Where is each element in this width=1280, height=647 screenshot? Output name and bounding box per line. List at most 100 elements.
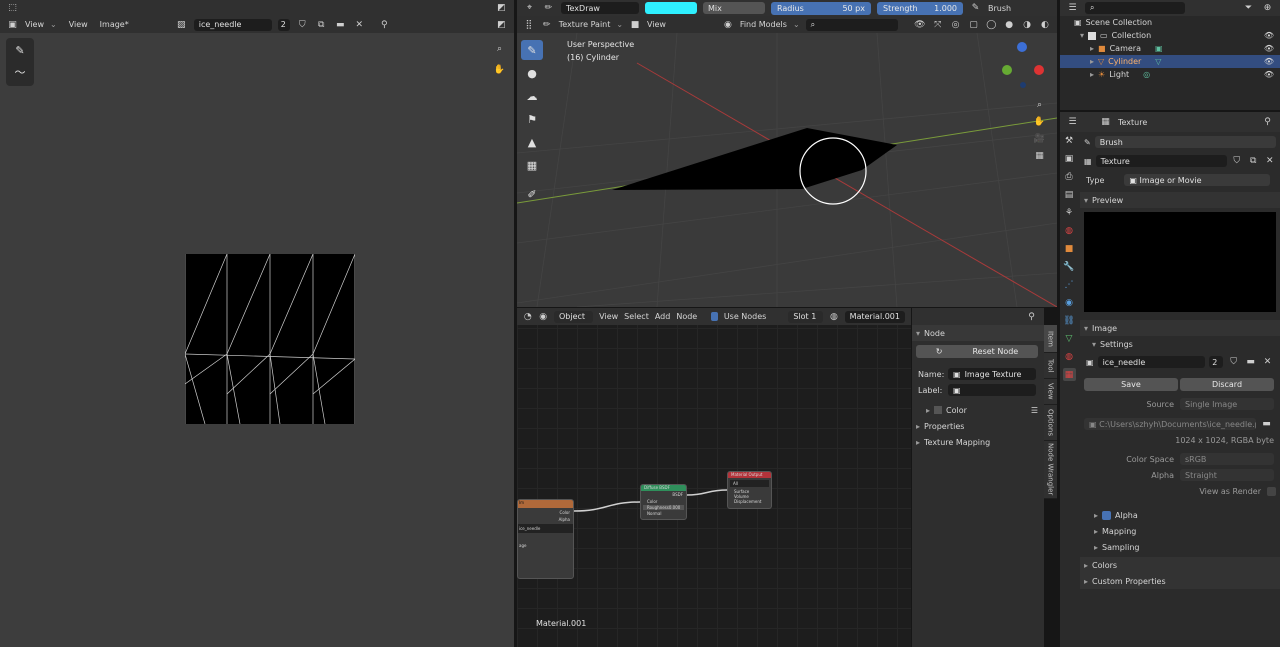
source-dropdown[interactable]: Single Image bbox=[1180, 398, 1274, 410]
annotate-tool-icon[interactable]: 〜 bbox=[9, 62, 31, 82]
material-output-node[interactable]: Material Output All Surface Volume Displ… bbox=[727, 471, 772, 509]
shading-solid-icon[interactable]: ● bbox=[1003, 18, 1015, 31]
mapping-subpanel[interactable]: ▸ Mapping bbox=[1080, 523, 1280, 539]
node-editor[interactable]: ◔ ◉ Object View Select Add Node Use Node… bbox=[517, 308, 911, 647]
alpha-checkbox[interactable] bbox=[1102, 510, 1112, 520]
shield-icon[interactable]: ⛉ bbox=[1231, 155, 1243, 168]
view-menu[interactable]: View bbox=[599, 312, 618, 321]
preview-panel-header[interactable]: ▾ Preview bbox=[1080, 192, 1280, 208]
data-tab-icon[interactable]: ▽ bbox=[1063, 332, 1076, 345]
close-icon[interactable]: ✕ bbox=[1264, 155, 1276, 168]
reset-node-button[interactable]: ↻ Reset Node bbox=[916, 345, 1038, 358]
smear-tool-icon[interactable]: ☁ bbox=[521, 86, 543, 106]
editor-type-icon[interactable]: ◔ bbox=[523, 310, 532, 323]
view-layer-tab-icon[interactable]: ▤ bbox=[1063, 188, 1076, 201]
color-subpanel[interactable]: ▸ Color ☰ bbox=[912, 402, 1044, 418]
fill-tool-icon[interactable]: ▲ bbox=[521, 132, 543, 152]
editor-type-icon[interactable]: ⌖ bbox=[523, 2, 536, 15]
clone-tool-icon[interactable]: ⚑ bbox=[521, 109, 543, 129]
close-icon[interactable]: ✕ bbox=[353, 18, 366, 31]
filepath-field[interactable]: ▣ C:\Users\szhyh\Documents\ice_needle.pn… bbox=[1084, 418, 1256, 430]
material-field[interactable]: Material.001 bbox=[844, 310, 905, 323]
add-collection-icon[interactable]: ⊕ bbox=[1261, 2, 1274, 15]
outliner-search[interactable]: ⌕ bbox=[1085, 2, 1185, 14]
texture-tab-icon[interactable]: ▦ bbox=[1062, 368, 1076, 381]
custom-properties-panel-header[interactable]: ▸ Custom Properties bbox=[1080, 573, 1280, 589]
outliner-item-light[interactable]: ▸ ☀ Light ◎ 👁 bbox=[1060, 68, 1280, 81]
image-browse-icon[interactable]: ▨ bbox=[175, 18, 188, 31]
properties-subpanel[interactable]: ▸ Properties bbox=[912, 418, 1044, 434]
alpha-subpanel[interactable]: ▸ Alpha bbox=[1080, 507, 1280, 523]
brush-context-dropdown[interactable]: Brush bbox=[1094, 136, 1276, 148]
view-as-render-checkbox[interactable] bbox=[1267, 486, 1276, 496]
shader-type-icon[interactable]: ◉ bbox=[538, 310, 547, 323]
viewport-3d[interactable]: ⌖ ✏ TexDraw Mix Radius 50 px Strength 1.00… bbox=[517, 0, 1057, 307]
material-tab-icon[interactable]: ◍ bbox=[1063, 350, 1076, 363]
overlay-icon[interactable]: ◎ bbox=[950, 18, 962, 31]
zoom-icon[interactable]: ⌕ bbox=[1033, 98, 1046, 111]
gizmo-icon[interactable]: ⤧ bbox=[932, 18, 944, 31]
type-dropdown[interactable]: ▣ Image or Movie bbox=[1124, 174, 1271, 186]
shading-wire-icon[interactable]: ◯ bbox=[985, 18, 997, 31]
hand-icon[interactable]: ✋ bbox=[493, 63, 506, 76]
mode-dropdown[interactable]: Texture Paint bbox=[559, 20, 611, 29]
duplicate-icon[interactable]: ⧉ bbox=[1247, 155, 1259, 168]
shading-material-icon[interactable]: ◑ bbox=[1021, 18, 1033, 31]
image-panel-header[interactable]: ▾ Image bbox=[1080, 320, 1280, 336]
modifier-tab-icon[interactable]: 🔧 bbox=[1063, 260, 1076, 273]
image-editor-type-icon[interactable]: ▣ bbox=[6, 18, 19, 31]
collection-row[interactable]: ▾ ▭ Collection 👁 bbox=[1060, 29, 1280, 42]
soften-tool-icon[interactable]: ● bbox=[521, 63, 543, 83]
slot-dropdown[interactable]: Slot 1 bbox=[788, 310, 824, 323]
search-field[interactable]: ⌕ bbox=[805, 18, 898, 31]
filter-icon[interactable]: ⏷ bbox=[1242, 2, 1255, 15]
folder-icon[interactable]: ▬ bbox=[334, 18, 347, 31]
duplicate-icon[interactable]: ⧉ bbox=[315, 18, 328, 31]
texture-name-field[interactable]: Texture bbox=[1095, 155, 1227, 167]
radius-field[interactable]: Radius 50 px bbox=[771, 1, 871, 15]
folder-icon[interactable]: ▬ bbox=[1244, 356, 1257, 369]
tab-tool[interactable]: Tool bbox=[1044, 353, 1057, 379]
tab-options[interactable]: Options bbox=[1044, 405, 1057, 441]
sampling-subpanel[interactable]: ▸ Sampling bbox=[1080, 539, 1280, 555]
hand-icon[interactable]: ✋ bbox=[1033, 115, 1046, 128]
material-icon[interactable]: ◍ bbox=[829, 310, 838, 323]
output-tab-icon[interactable]: ⎙ bbox=[1063, 170, 1076, 183]
brush-menu[interactable]: Brush bbox=[988, 4, 1011, 13]
tab-view[interactable]: View bbox=[1044, 379, 1057, 405]
xray-icon[interactable]: ▢ bbox=[968, 18, 980, 31]
add-menu[interactable]: Add bbox=[655, 312, 671, 321]
scene-collection-row[interactable]: ▣ Scene Collection bbox=[1060, 16, 1280, 29]
constraints-tab-icon[interactable]: ⛓ bbox=[1063, 314, 1076, 327]
editor-type-icon[interactable]: ⬚ bbox=[6, 2, 19, 15]
annotate-tool-icon[interactable]: ✐ bbox=[521, 184, 543, 204]
mask-icon[interactable]: ■ bbox=[629, 18, 641, 31]
discard-button[interactable]: Discard bbox=[1180, 377, 1274, 391]
use-nodes-checkbox[interactable] bbox=[711, 312, 718, 321]
overlay-icon[interactable]: ◩ bbox=[495, 18, 508, 31]
folder-icon[interactable]: ▬ bbox=[1260, 418, 1273, 431]
draw-tool-icon[interactable]: ✎ bbox=[521, 40, 543, 60]
node-name-field[interactable]: ▣ Image Texture bbox=[948, 368, 1036, 380]
editor-type-icon[interactable]: ☰ bbox=[1066, 116, 1079, 129]
object-tab-icon[interactable]: ■ bbox=[1063, 242, 1076, 255]
visibility-icon[interactable]: 👁 bbox=[914, 18, 926, 31]
maximize-icon[interactable]: ◩ bbox=[495, 2, 508, 15]
node-panel-header[interactable]: ▾ Node bbox=[912, 325, 1044, 341]
pressure-icon[interactable]: ✎ bbox=[969, 2, 982, 15]
grid-icon[interactable]: ▦ bbox=[1033, 149, 1046, 162]
colorspace-dropdown[interactable]: sRGB bbox=[1180, 453, 1274, 465]
editor-type-icon[interactable]: ☰ bbox=[1066, 2, 1079, 15]
texture-mapping-subpanel[interactable]: ▸ Texture Mapping bbox=[912, 434, 1044, 450]
object-dropdown[interactable]: Object bbox=[553, 310, 594, 323]
node-label-field[interactable]: ▣ bbox=[948, 384, 1036, 396]
view-menu[interactable]: View bbox=[647, 20, 666, 29]
particles-tab-icon[interactable]: ⋰ bbox=[1063, 278, 1076, 291]
alpha-mode-dropdown[interactable]: Straight bbox=[1180, 469, 1274, 481]
view-menu[interactable]: View bbox=[25, 20, 44, 29]
tab-node-wrangler[interactable]: Node Wrangler bbox=[1044, 441, 1057, 499]
pin-icon[interactable]: ⚲ bbox=[1261, 116, 1274, 129]
color-swatch[interactable] bbox=[645, 2, 697, 14]
scene-tab-icon[interactable]: ⚘ bbox=[1063, 206, 1076, 219]
sample-tool-icon[interactable]: ✎ bbox=[9, 40, 31, 60]
